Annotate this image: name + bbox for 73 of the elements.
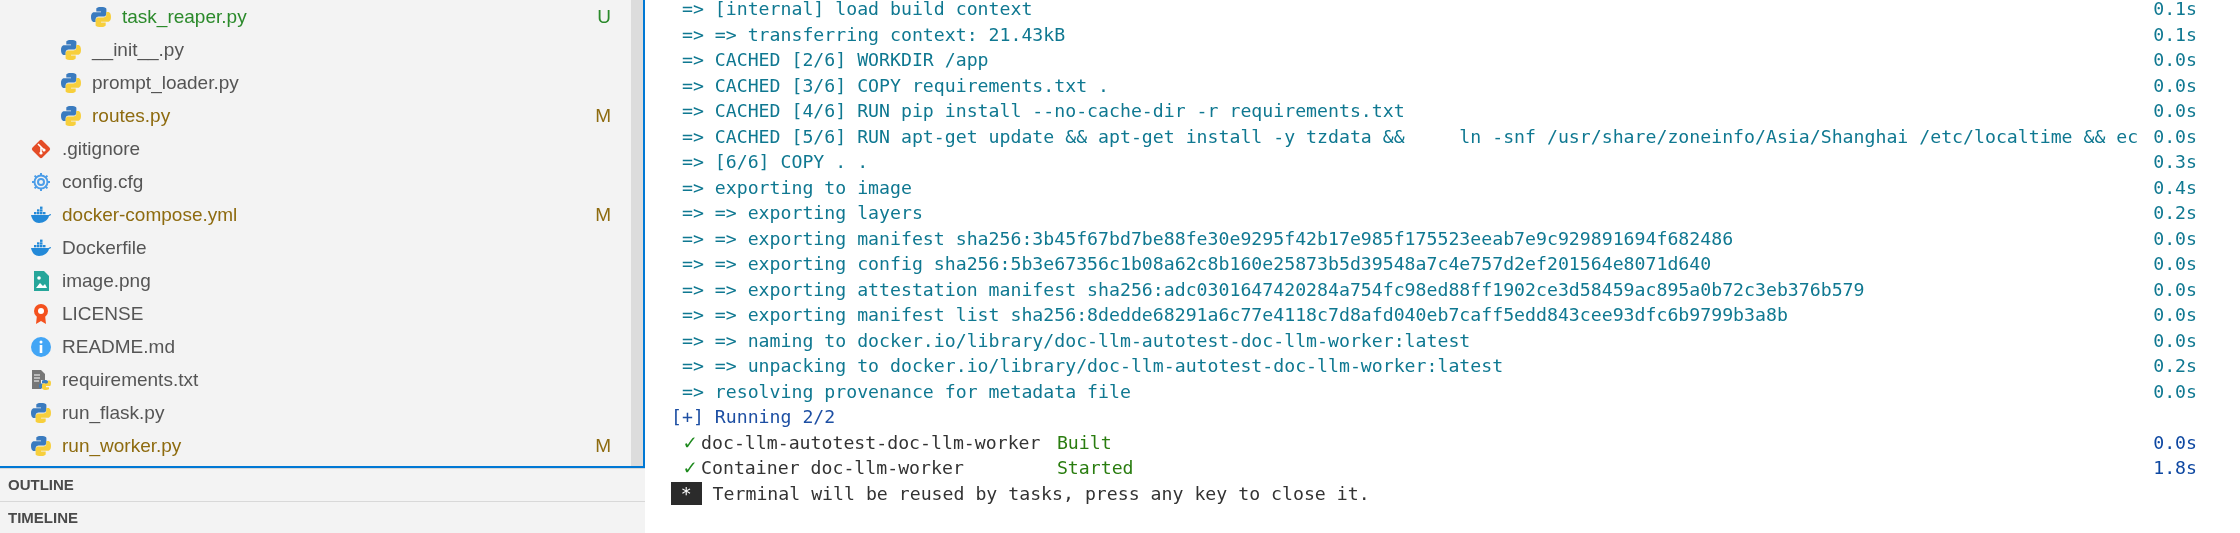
- terminal-line: => CACHED [5/6] RUN apt-get update && apt-get install -y tzdata && ln -snf /usr/share/zoneinfo/Asia/Shanghai /etc/localtime && ec: [680, 124, 2140, 149]
- terminal-line: => => naming to docker.io/library/doc-llm-autotest-doc-llm-worker:latest: [680, 328, 1472, 353]
- file-item[interactable]: image.png: [0, 264, 631, 297]
- duration: 0.0s: [2153, 430, 2197, 455]
- service-status: Built: [1056, 430, 1113, 455]
- git-status-label: M: [595, 203, 611, 226]
- duration: 0.0s: [2153, 124, 2197, 149]
- duration: 0.0s: [2153, 328, 2197, 353]
- panel-header[interactable]: OUTLINE: [0, 468, 645, 501]
- duration: 0.0s: [2153, 277, 2197, 302]
- panel-header[interactable]: TIMELINE: [0, 500, 645, 533]
- file-item[interactable]: routes.py M: [0, 99, 631, 132]
- terminal-line: => CACHED [3/6] COPY requirements.txt .: [680, 73, 1110, 98]
- terminal-line: => CACHED [4/6] RUN pip install --no-cache-dir -r requirements.txt: [680, 99, 1406, 123]
- file-item[interactable]: Dockerfile: [0, 231, 631, 264]
- info-icon: [30, 335, 52, 358]
- file-item[interactable]: task_reaper.py U: [0, 0, 631, 33]
- file-item[interactable]: .gitignore: [0, 132, 631, 165]
- duration: 0.4s: [2153, 175, 2197, 200]
- python-icon: [60, 71, 82, 94]
- file-item[interactable]: __init__.py: [0, 33, 631, 66]
- terminal-line: => => exporting layers: [680, 201, 924, 225]
- terminal-line: => => transferring context: 21.43kB: [680, 22, 1067, 47]
- duration: 0.1s: [2153, 22, 2197, 47]
- terminal-line: => => exporting config sha256:5b3e67356c1b08a62c8b160e25873b5d39548a7c4e757d2ef201564e8071d640: [680, 252, 1713, 276]
- file-item[interactable]: run_flask.py: [0, 396, 631, 429]
- python-icon: [60, 38, 82, 61]
- gear-icon: [30, 170, 52, 193]
- duration: 0.3s: [2153, 150, 2197, 174]
- duration: 1.8s: [2153, 456, 2197, 480]
- duration: 0.0s: [2153, 99, 2197, 123]
- scrollbar[interactable]: [631, 0, 643, 467]
- service-status: Started: [1056, 456, 1135, 480]
- file-item[interactable]: requirements.txt: [0, 363, 631, 396]
- duration: 0.2s: [2153, 201, 2197, 225]
- terminal-line: => exporting to image: [680, 175, 913, 200]
- git-status-label: U: [597, 5, 611, 28]
- duration: 0.0s: [2153, 73, 2197, 98]
- terminal-line: => [6/6] COPY . .: [680, 150, 870, 174]
- terminal-message: Terminal will be reused by tasks, press any key to close it.: [712, 481, 1371, 506]
- terminal-line: [+] Running 2/2: [671, 405, 837, 429]
- duration: 0.0s: [2153, 226, 2197, 251]
- terminal-line: => => exporting manifest sha256:3b45f67bd7be88fe30e9295f42b17e985f175523eeab7e9c929891694f682486: [680, 226, 1735, 251]
- duration: 0.2s: [2153, 354, 2197, 378]
- file-item[interactable]: docker-compose.yml M: [0, 198, 631, 231]
- python-icon: [30, 434, 52, 457]
- terminal-line: => [internal] load build context: [680, 0, 1034, 21]
- terminal-line: => => exporting manifest list sha256:8dedde68291a6c77e4118c7d8afd040eb7caff5edd843cee93dfc6b9799b3a8b: [680, 303, 1789, 327]
- file-item[interactable]: LICENSE: [0, 297, 631, 330]
- file-item[interactable]: run_worker.py M: [0, 429, 631, 462]
- check-icon: ✓: [671, 455, 702, 481]
- terminal-line: => resolving provenance for metadata file: [680, 379, 1132, 404]
- check-icon: ✓: [671, 429, 702, 455]
- service-name: doc-llm-autotest-doc-llm-worker: [701, 430, 1042, 455]
- python-icon: [60, 104, 82, 127]
- terminal-line: => => unpacking to docker.io/library/doc-llm-autotest-doc-llm-worker:latest: [680, 354, 1505, 378]
- document-icon: [30, 368, 52, 391]
- service-name: Container doc-llm-worker: [701, 456, 965, 480]
- duration: 0.1s: [2153, 0, 2197, 21]
- duration: 0.0s: [2153, 303, 2197, 327]
- python-icon: [90, 5, 112, 28]
- prompt-marker: *: [671, 481, 702, 505]
- duration: 0.0s: [2153, 48, 2197, 72]
- duration: 0.0s: [2153, 252, 2197, 276]
- file-item[interactable]: README.md: [0, 330, 631, 363]
- python-icon: [30, 401, 52, 424]
- terminal-line: => CACHED [2/6] WORKDIR /app: [680, 48, 990, 72]
- terminal-line: => => exporting attestation manifest sha256:adc0301647420284a754fc98ed88ff1902ce3d58459ac895a0b72c3eb376b579: [680, 277, 1866, 302]
- file-item[interactable]: prompt_loader.py: [0, 66, 631, 99]
- duration: 0.0s: [2153, 379, 2197, 404]
- git-status-label: M: [595, 434, 611, 457]
- file-item[interactable]: config.cfg: [0, 165, 631, 198]
- git-status-label: M: [595, 104, 611, 127]
